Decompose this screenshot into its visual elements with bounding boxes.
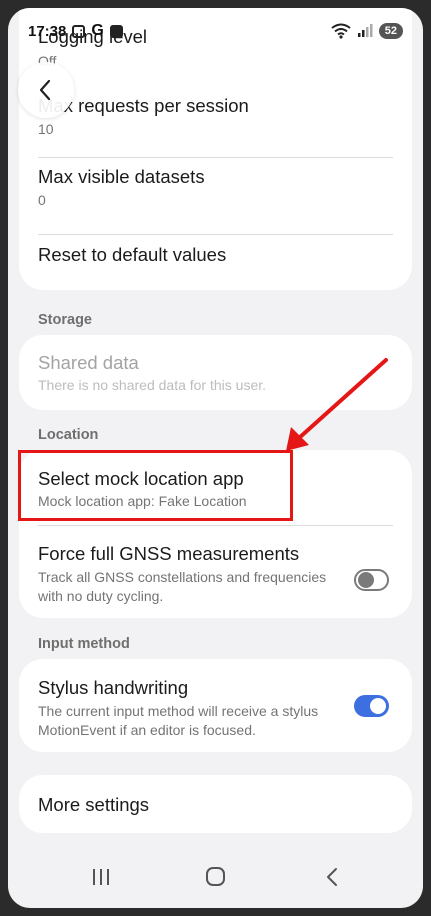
phone-screen: 17:38 G 52 Logging level Off Max request… xyxy=(8,8,423,908)
annotation-arrow-icon xyxy=(286,358,388,451)
